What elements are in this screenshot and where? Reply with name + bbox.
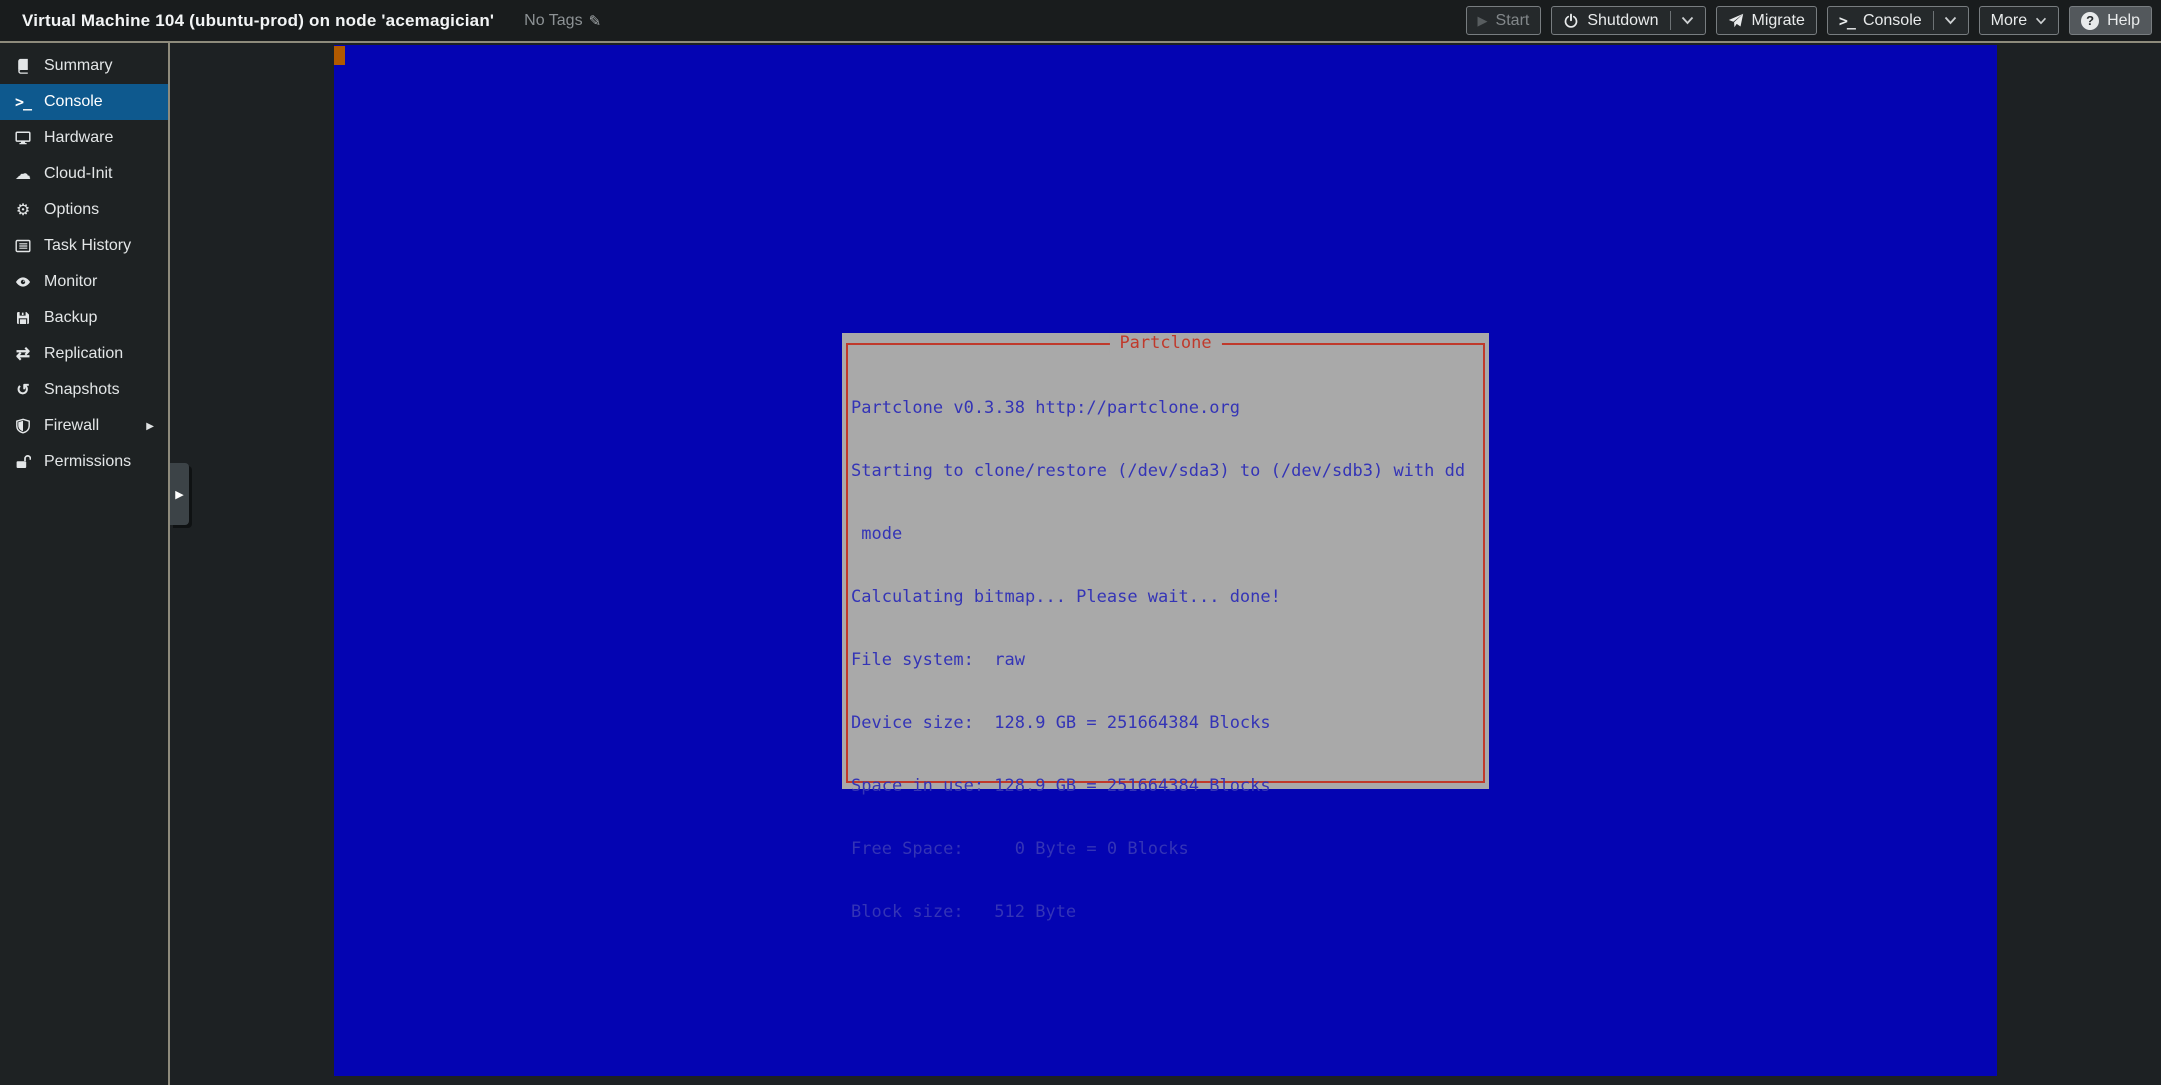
migrate-button[interactable]: Migrate — [1716, 6, 1817, 35]
dialog-title: Partclone — [1109, 334, 1221, 353]
sidebar-item-summary[interactable]: Summary — [0, 48, 168, 84]
sidebar-item-label: Monitor — [44, 273, 97, 291]
sidebar-item-options[interactable]: ⚙ Options — [0, 192, 168, 228]
list-icon — [13, 238, 33, 254]
help-button[interactable]: ? Help — [2069, 6, 2152, 35]
vm-action-buttons: ▶ Start Shutdown — [1466, 6, 2152, 35]
sidebar-item-task-history[interactable]: Task History — [0, 228, 168, 264]
vnc-console-screen[interactable]: Partclone Partclone v0.3.38 http://partc… — [334, 45, 1997, 1076]
button-divider — [1670, 11, 1671, 30]
sidebar-collapse-handle[interactable]: ▶ — [170, 463, 189, 525]
shutdown-button[interactable]: Shutdown — [1551, 6, 1705, 35]
display-icon — [13, 130, 33, 146]
console-text-line: Block size: 512 Byte — [851, 902, 1481, 923]
sidebar-item-label: Snapshots — [44, 381, 120, 399]
history-icon: ↺ — [13, 380, 33, 400]
sidebar-item-backup[interactable]: Backup — [0, 300, 168, 336]
console-button[interactable]: >_ Console — [1827, 6, 1969, 35]
button-divider — [1933, 11, 1934, 30]
console-text-line: Calculating bitmap... Please wait... don… — [851, 587, 1481, 608]
sidebar-item-label: Replication — [44, 345, 123, 363]
sidebar-item-label: Console — [44, 93, 103, 111]
sidebar-item-label: Hardware — [44, 129, 113, 147]
edit-pencil-icon: ✎ — [589, 12, 602, 30]
repeat-icon: ⇄ — [13, 344, 33, 364]
caret-right-icon: ▶ — [175, 488, 183, 501]
gear-icon: ⚙ — [13, 200, 33, 220]
sidebar-item-label: Cloud-Init — [44, 165, 112, 183]
sidebar-item-firewall[interactable]: Firewall ▶ — [0, 408, 168, 444]
cloud-icon: ☁ — [13, 164, 33, 184]
unlock-icon — [13, 454, 33, 470]
console-text-line: Partclone v0.3.38 http://partclone.org — [851, 398, 1481, 419]
page-title: Virtual Machine 104 (ubuntu-prod) on nod… — [22, 11, 494, 31]
sidebar-item-snapshots[interactable]: ↺ Snapshots — [0, 372, 168, 408]
sidebar-item-label: Backup — [44, 309, 97, 327]
power-icon — [1563, 13, 1579, 29]
console-text-line — [851, 965, 1481, 986]
top-bar: Virtual Machine 104 (ubuntu-prod) on nod… — [0, 0, 2161, 43]
shield-icon — [13, 418, 33, 434]
console-text-line: mode — [851, 524, 1481, 545]
console-panel: ▶ Partclone Partclone v0.3.38 http://par… — [170, 43, 2161, 1085]
terminal-icon: >_ — [13, 93, 33, 111]
play-icon: ▶ — [1478, 13, 1488, 29]
question-circle-icon: ? — [2081, 12, 2099, 30]
dialog-content: Partclone v0.3.38 http://partclone.org S… — [851, 356, 1481, 1085]
sidebar-item-label: Permissions — [44, 453, 131, 471]
floppy-icon — [13, 310, 33, 326]
console-text-line: Device size: 128.9 GB = 251664384 Blocks — [851, 713, 1481, 734]
submenu-caret-icon: ▶ — [146, 421, 154, 432]
vnc-cursor-artifact — [334, 46, 345, 65]
sidebar-item-label: Options — [44, 201, 99, 219]
chevron-down-icon — [2035, 17, 2047, 25]
sidebar-item-replication[interactable]: ⇄ Replication — [0, 336, 168, 372]
console-text-line: Free Space: 0 Byte = 0 Blocks — [851, 839, 1481, 860]
sidebar-item-label: Task History — [44, 237, 131, 255]
console-text-line: Space in use: 128.9 GB = 251664384 Block… — [851, 776, 1481, 797]
start-button[interactable]: ▶ Start — [1466, 6, 1542, 35]
console-text-line: Starting to clone/restore (/dev/sda3) to… — [851, 461, 1481, 482]
console-text-line — [851, 1028, 1481, 1049]
send-icon — [1728, 13, 1744, 29]
console-text-line: File system: raw — [851, 650, 1481, 671]
sidebar-item-hardware[interactable]: Hardware — [0, 120, 168, 156]
sidebar-item-label: Firewall — [44, 417, 99, 435]
eye-icon — [13, 274, 33, 290]
sidebar-item-monitor[interactable]: Monitor — [0, 264, 168, 300]
sidebar-item-console[interactable]: >_ Console — [0, 84, 168, 120]
sidebar-item-label: Summary — [44, 57, 112, 75]
sidebar-item-permissions[interactable]: Permissions — [0, 444, 168, 480]
terminal-icon: >_ — [1839, 12, 1855, 30]
chevron-down-icon[interactable] — [1944, 16, 1957, 25]
book-icon — [13, 58, 33, 74]
more-button[interactable]: More — [1979, 6, 2059, 35]
partclone-dialog: Partclone Partclone v0.3.38 http://partc… — [842, 333, 1489, 789]
tags-label: No Tags — [524, 12, 582, 30]
tags-editor[interactable]: No Tags ✎ — [524, 12, 601, 30]
chevron-down-icon[interactable] — [1681, 16, 1694, 25]
sidebar-item-cloud-init[interactable]: ☁ Cloud-Init — [0, 156, 168, 192]
vm-menu-sidebar: Summary >_ Console Hardware ☁ Cloud-Init… — [0, 43, 170, 1085]
